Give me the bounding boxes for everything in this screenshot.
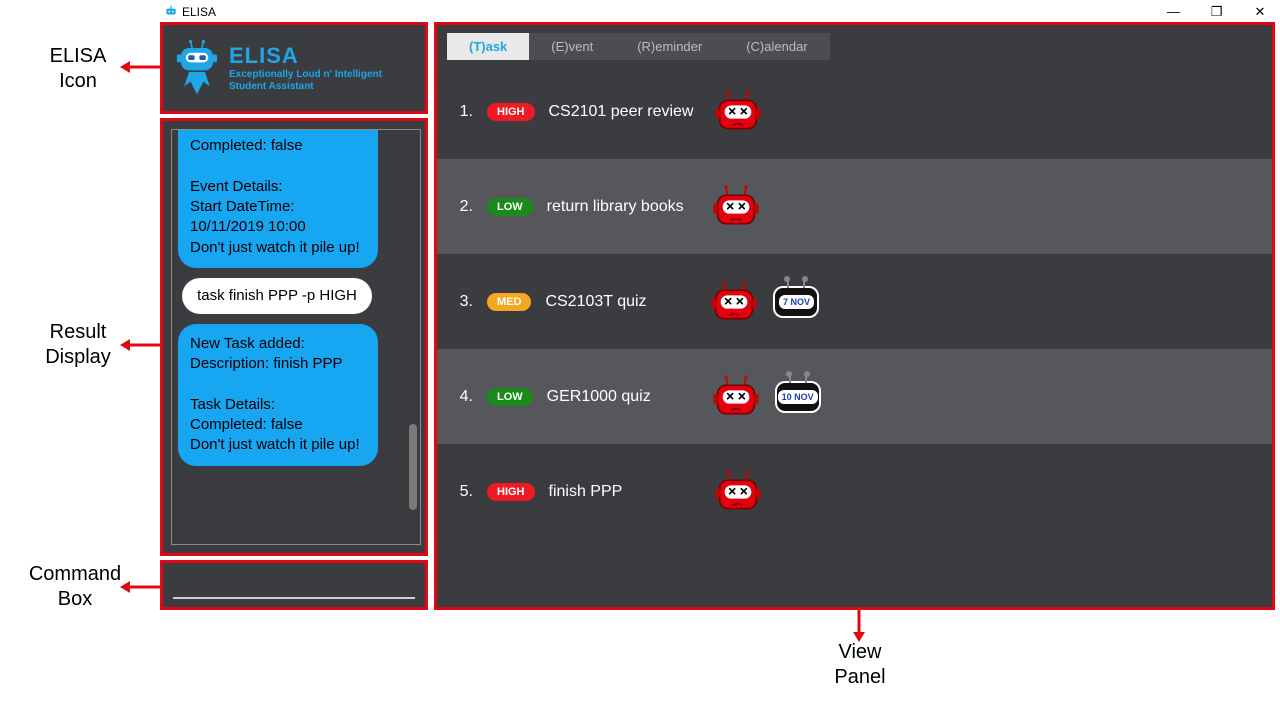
tab-task[interactable]: (T)ask bbox=[447, 33, 529, 60]
result-display: Task Details: Completed: false Event Det… bbox=[160, 118, 428, 556]
chat-bubble-response: New Task added: Description: finish PPP … bbox=[178, 324, 378, 466]
task-row[interactable]: 3. MED CS2103T quiz 7 NOV bbox=[437, 254, 1272, 349]
app-subtitle-2: Student Assistant bbox=[229, 81, 382, 93]
robot-status-icon bbox=[713, 470, 763, 514]
chat-bubble-user-cmd: task finish PPP -p HIGH bbox=[182, 278, 372, 314]
task-description: CS2101 peer review bbox=[549, 103, 699, 121]
robot-status-icon bbox=[711, 375, 761, 419]
window-close-button[interactable]: ✕ bbox=[1240, 4, 1280, 20]
tabs-bar: (T)ask(E)vent(R)eminder(C)alendar bbox=[437, 25, 1272, 60]
tab-calendar[interactable]: (C)alendar bbox=[724, 33, 829, 60]
priority-badge: LOW bbox=[487, 388, 533, 406]
window-title: ELISA bbox=[182, 5, 216, 19]
robot-status-icon bbox=[709, 280, 759, 324]
task-row[interactable]: 2. LOW return library books bbox=[437, 159, 1272, 254]
task-index: 4. bbox=[455, 388, 473, 406]
app-icon bbox=[164, 4, 178, 21]
priority-badge: HIGH bbox=[487, 483, 535, 501]
task-index: 1. bbox=[455, 103, 473, 121]
task-list: 1. HIGH CS2101 peer review 2. LOW return libr… bbox=[437, 60, 1272, 607]
view-panel: (T)ask(E)vent(R)eminder(C)alendar 1. HIGH… bbox=[434, 22, 1275, 610]
task-row[interactable]: 5. HIGH finish PPP bbox=[437, 444, 1272, 539]
task-index: 5. bbox=[455, 483, 473, 501]
callout-view-panel: View Panel bbox=[790, 640, 930, 690]
chat-bubble-response: Task Details: Completed: false Event Det… bbox=[178, 129, 378, 268]
arrow-icon bbox=[118, 336, 162, 354]
window-titlebar: ELISA — ❐ ✕ bbox=[160, 2, 1280, 22]
priority-badge: MED bbox=[487, 293, 531, 311]
task-index: 2. bbox=[455, 198, 473, 216]
window-maximize-button[interactable]: ❐ bbox=[1197, 4, 1237, 20]
task-description: GER1000 quiz bbox=[547, 388, 697, 406]
priority-badge: HIGH bbox=[487, 103, 535, 121]
result-scrollbar[interactable] bbox=[409, 140, 417, 534]
task-description: finish PPP bbox=[549, 483, 699, 501]
task-description: CS2103T quiz bbox=[545, 293, 695, 311]
task-row[interactable]: 1. HIGH CS2101 peer review bbox=[437, 64, 1272, 159]
priority-badge: LOW bbox=[487, 198, 533, 216]
arrow-icon bbox=[118, 58, 162, 76]
command-box bbox=[160, 560, 428, 610]
logo-pane: ELISA Exceptionally Loud n' Intelligent … bbox=[160, 22, 428, 114]
command-input[interactable] bbox=[173, 572, 415, 599]
robot-status-icon bbox=[711, 185, 761, 229]
date-badge: 10 NOV bbox=[775, 381, 821, 413]
tab-event[interactable]: (E)vent bbox=[529, 33, 615, 60]
task-row[interactable]: 4. LOW GER1000 quiz 10 NOV bbox=[437, 349, 1272, 444]
task-index: 3. bbox=[455, 293, 473, 311]
date-badge: 7 NOV bbox=[773, 286, 819, 318]
task-description: return library books bbox=[547, 198, 697, 216]
elisa-logo-icon bbox=[173, 39, 221, 97]
app-title: ELISA bbox=[229, 43, 382, 69]
tab-reminder[interactable]: (R)eminder bbox=[615, 33, 724, 60]
robot-status-icon bbox=[713, 90, 763, 134]
app-window: ELISA Exceptionally Loud n' Intelligent … bbox=[160, 22, 1275, 610]
window-minimize-button[interactable]: — bbox=[1153, 4, 1193, 19]
arrow-icon bbox=[118, 578, 162, 596]
app-subtitle-1: Exceptionally Loud n' Intelligent bbox=[229, 69, 382, 81]
arrow-icon bbox=[850, 608, 868, 644]
